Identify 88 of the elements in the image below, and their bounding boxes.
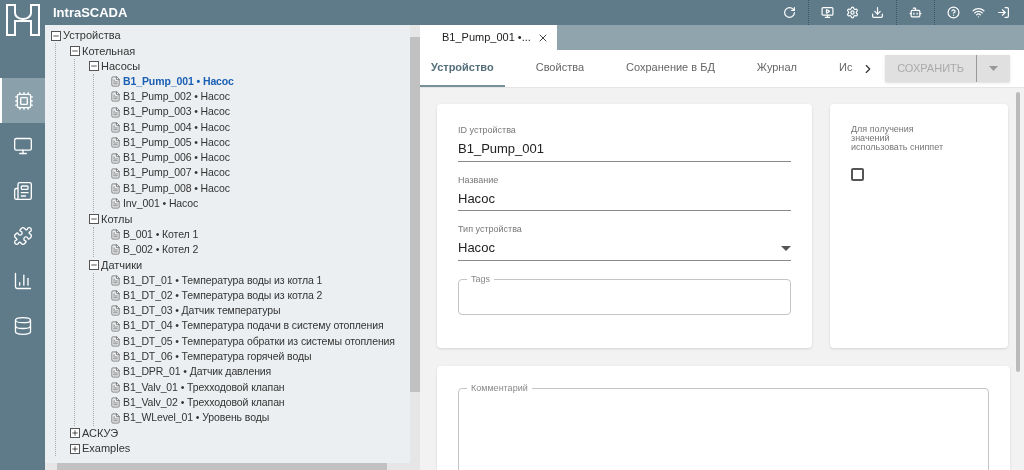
file-icon: [110, 336, 121, 348]
puzzle-icon: [12, 225, 33, 246]
input-field[interactable]: Насос: [458, 187, 791, 211]
dropdown-caret-icon: [781, 245, 791, 251]
file-icon: [110, 397, 121, 409]
tree-folder[interactable]: Насосы: [101, 58, 141, 75]
file-icon: [110, 152, 121, 164]
plus-icon: [71, 444, 79, 453]
tab[interactable]: Свойства: [524, 50, 595, 87]
tree-item[interactable]: B1_Pump_008 • Насос: [123, 180, 230, 197]
tree-folder[interactable]: Examples: [82, 440, 131, 457]
tree-item[interactable]: B1_DPR_01 • Датчик давления: [123, 364, 272, 381]
tree-folder[interactable]: Датчики: [101, 256, 143, 274]
field-label: Название: [458, 173, 500, 187]
vertical-scrollbar[interactable]: [410, 25, 420, 470]
newspaper-icon: [12, 180, 33, 201]
file-icon: [110, 167, 121, 179]
document-tab[interactable]: B1_Pump_001 •...: [420, 25, 557, 50]
file-icon: [110, 381, 121, 393]
horizontal-scrollbar[interactable]: [45, 463, 410, 470]
checkbox[interactable]: [851, 168, 864, 181]
tree-item[interactable]: B1_Pump_007 • Насос: [123, 165, 230, 182]
database-icon: [12, 315, 33, 336]
bar-chart-icon: [12, 270, 33, 291]
file-icon: [110, 244, 121, 256]
field-label: Тип устройства: [458, 223, 523, 236]
tree-item[interactable]: B1_Pump_002 • Насос: [123, 88, 230, 105]
file-icon: [110, 137, 121, 149]
tab[interactable]: Устройство: [420, 50, 505, 87]
comment-field[interactable]: Комментарий: [458, 382, 989, 470]
tab[interactable]: Сохранение в БД: [615, 50, 726, 87]
tree-item[interactable]: B1_Pump_003 • Насос: [123, 104, 230, 120]
file-icon: [110, 412, 121, 424]
tree-item[interactable]: B1_Pump_001 • Насос: [123, 73, 234, 90]
tree-folder[interactable]: Котельная: [82, 42, 136, 60]
tree-item[interactable]: B1_Pump_006 • Насос: [123, 150, 230, 166]
logo-icon: [4, 3, 41, 37]
chip-icon: [13, 90, 34, 111]
file-icon: [110, 366, 121, 378]
tree-item[interactable]: B1_Valv_01 • Трехходовой клапан: [123, 379, 285, 396]
tree-item[interactable]: B1_DT_04 • Температура подачи в систему отопления: [123, 318, 384, 335]
tree-item[interactable]: B1_Pump_004 • Насос: [123, 119, 230, 136]
file-icon: [110, 198, 121, 210]
collapse-toggle[interactable]: [89, 260, 99, 271]
collapse-toggle[interactable]: [89, 61, 99, 72]
input-field[interactable]: B1_Pump_001: [458, 137, 791, 162]
file-icon: [110, 229, 121, 240]
file-icon: [110, 320, 121, 332]
monitor-icon: [12, 135, 33, 156]
tree-item[interactable]: B1_DT_03 • Датчик температуры: [123, 303, 281, 319]
file-icon: [110, 183, 121, 195]
caret-icon: [989, 66, 998, 71]
tree-folder[interactable]: Котлы: [101, 210, 133, 228]
collapse-toggle[interactable]: [51, 30, 61, 41]
nav-button[interactable]: [0, 78, 45, 123]
file-icon: [110, 91, 121, 103]
tree-item[interactable]: B1_DT_02 • Температура воды из котла 2: [123, 287, 323, 304]
checkbox-label: Для получения значений использовать сниппет: [851, 125, 945, 152]
tree-item[interactable]: B1_Valv_02 • Трехходовой клапан: [123, 394, 285, 411]
tree-item[interactable]: B_002 • Котел 2: [123, 241, 199, 258]
tab[interactable]: Ис: [828, 50, 864, 87]
field-label: ID устройства: [458, 124, 517, 137]
select-field[interactable]: Насос: [458, 236, 791, 261]
file-icon: [110, 290, 121, 302]
field-label: Tags: [470, 272, 491, 286]
tree-item[interactable]: B1_DT_06 • Температура горячей воды: [123, 349, 312, 365]
tree-folder[interactable]: АСКУЭ: [82, 425, 119, 442]
tree-item[interactable]: B1_WLevel_01 • Уровень воды: [123, 410, 270, 426]
tree-item[interactable]: B1_DT_05 • Температура обратки из системы отопления: [123, 333, 395, 350]
expand-toggle[interactable]: [70, 443, 80, 454]
file-icon: [110, 351, 121, 363]
field-label: Комментарий: [470, 382, 529, 395]
plus-icon: [71, 429, 79, 438]
tree-item[interactable]: B1_Pump_005 • Насос: [123, 134, 230, 151]
tree-folder[interactable]: Устройства: [63, 27, 121, 44]
file-icon: [110, 121, 121, 133]
file-icon: [110, 76, 121, 88]
expand-toggle[interactable]: [70, 428, 80, 439]
tree-item[interactable]: B1_DT_01 • Температура воды из котла 1: [123, 272, 323, 289]
tree-item[interactable]: Inv_001 • Насос: [123, 196, 199, 212]
collapse-toggle[interactable]: [89, 214, 99, 225]
tree-item[interactable]: B_001 • Котел 1: [123, 226, 199, 243]
collapse-toggle[interactable]: [70, 45, 80, 56]
tab[interactable]: Журнал: [745, 50, 808, 87]
file-icon: [110, 106, 121, 118]
file-icon: [110, 305, 121, 317]
app-title: IntraSCADA: [53, 3, 128, 22]
file-icon: [110, 274, 121, 286]
